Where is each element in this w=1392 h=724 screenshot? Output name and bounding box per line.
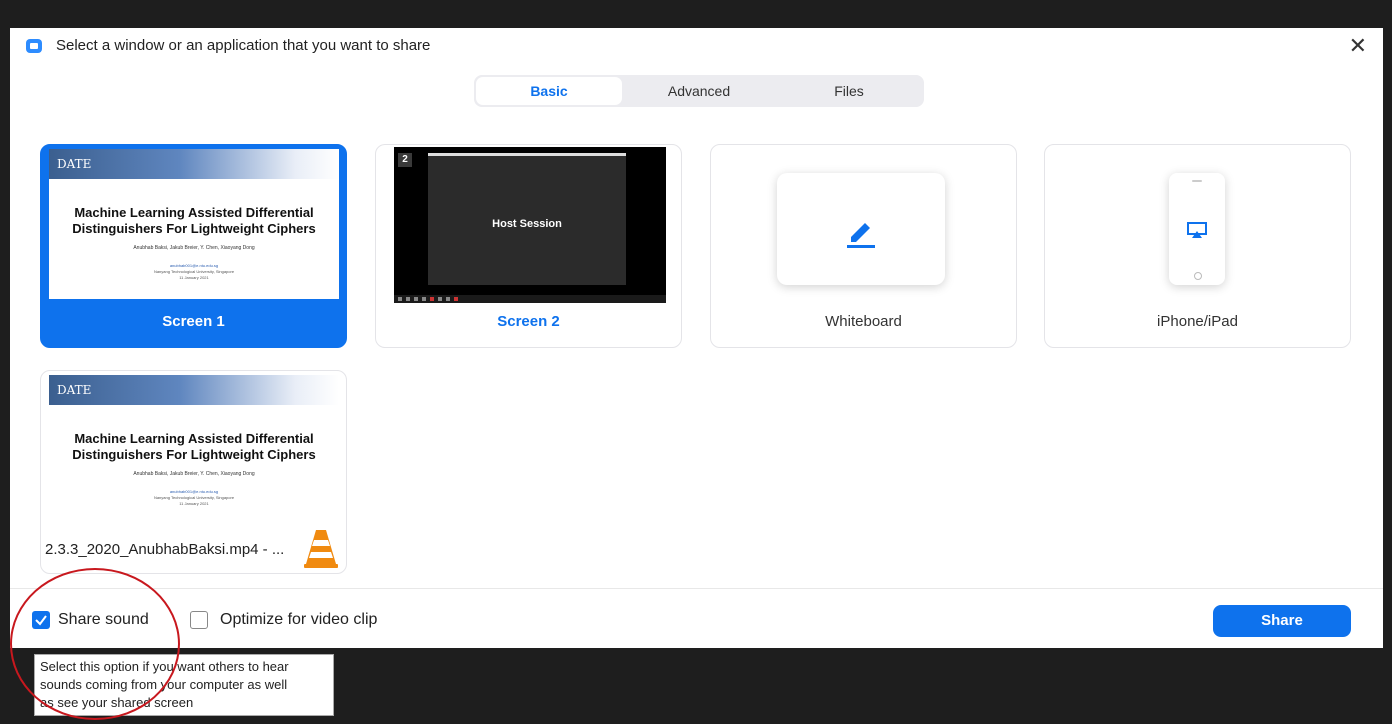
video-thumbnail: DATE Machine Learning Assisted Different… [49,375,339,525]
tile-label: Whiteboard [825,313,902,330]
tile-whiteboard[interactable]: Whiteboard [710,144,1017,348]
slide-title-line: Machine Learning Assisted Differential [74,205,314,220]
tab-advanced[interactable]: Advanced [626,77,772,105]
close-button[interactable]: ✕ [1349,32,1367,60]
title-bar: Select a window or an application that y… [10,28,1383,64]
tooltip-line: Select this option if you want others to… [40,659,289,674]
share-sound-checkbox[interactable] [32,611,50,629]
slide-authors: Anubhab Baksi, Jakub Breier, Y. Chen, Xi… [133,471,255,477]
host-session-text: Host Session [492,218,562,230]
checkmark-icon [35,615,47,626]
slide-title-line: Distinguishers For Lightweight Ciphers [72,221,316,236]
screen-number-badge: 2 [398,153,412,167]
video-file-label: 2.3.3_2020_AnubhabBaksi.mp4 - ... [45,541,285,558]
whiteboard-preview [777,173,945,285]
taskbar-icon [446,297,450,301]
screen-1-thumbnail: DATE Machine Learning Assisted Different… [49,149,339,299]
slide-title: Machine Learning Assisted Differential D… [49,431,339,463]
tile-label: Screen 2 [497,313,560,330]
tile-video-file[interactable]: DATE Machine Learning Assisted Different… [40,370,347,574]
tile-screen-1[interactable]: DATE Machine Learning Assisted Different… [40,144,347,348]
tile-label: Screen 1 [162,313,225,330]
taskbar-icon [414,297,418,301]
slide-banner [49,375,339,405]
taskbar-icon [454,297,458,301]
tile-label: iPhone/iPad [1157,313,1238,330]
slide-date: 11 January 2021 [179,275,209,280]
window-title-strip [428,153,626,156]
slide-logo: DATE [57,157,92,171]
taskbar [394,295,666,303]
screen-2-thumbnail: 2 Host Session [394,147,666,303]
tab-basic[interactable]: Basic [476,77,622,105]
phone-speaker [1192,180,1202,182]
slide-date: 11 January 2021 [179,501,209,506]
optimize-video-checkbox[interactable] [190,611,208,629]
slide-footer: anubhab001@e.ntu.edu.sg Nanyang Technolo… [49,489,339,507]
slide-title: Machine Learning Assisted Differential D… [49,205,339,237]
zoom-app-icon [26,39,42,53]
dialog-title: Select a window or an application that y… [56,37,431,54]
slide-authors: Anubhab Baksi, Jakub Breier, Y. Chen, Xi… [133,245,255,251]
footer-divider [10,588,1383,589]
vlc-icon [304,530,338,568]
pen-icon [847,223,875,248]
tooltip-line: sounds coming from your computer as well [40,677,288,692]
slide-banner [49,149,339,179]
tab-files[interactable]: Files [776,77,922,105]
slide-title-line: Distinguishers For Lightweight Ciphers [72,447,316,462]
taskbar-icon [438,297,442,301]
share-button[interactable]: Share [1213,605,1351,637]
taskbar-icon [422,297,426,301]
phone-home-button [1194,272,1202,280]
host-session-window: Host Session [428,153,626,285]
tile-iphone-ipad[interactable]: iPhone/iPad [1044,144,1351,348]
slide-logo: DATE [57,383,92,397]
share-screen-dialog: Select a window or an application that y… [10,28,1383,648]
tooltip-line: as see your shared screen [40,695,194,710]
phone-preview [1169,173,1225,285]
share-sound-label[interactable]: Share sound [58,611,149,629]
slide-footer: anubhab001@e.ntu.edu.sg Nanyang Technolo… [49,263,339,281]
taskbar-icon [406,297,410,301]
tile-screen-2[interactable]: 2 Host Session Screen 2 [375,144,682,348]
optimize-video-label[interactable]: Optimize for video clip [220,611,377,629]
share-sound-tooltip: Select this option if you want others to… [34,654,334,716]
taskbar-icon [398,297,402,301]
taskbar-icon [430,297,434,301]
slide-title-line: Machine Learning Assisted Differential [74,431,314,446]
airplay-icon [1187,222,1207,238]
tab-bar: Basic Advanced Files [474,75,924,107]
